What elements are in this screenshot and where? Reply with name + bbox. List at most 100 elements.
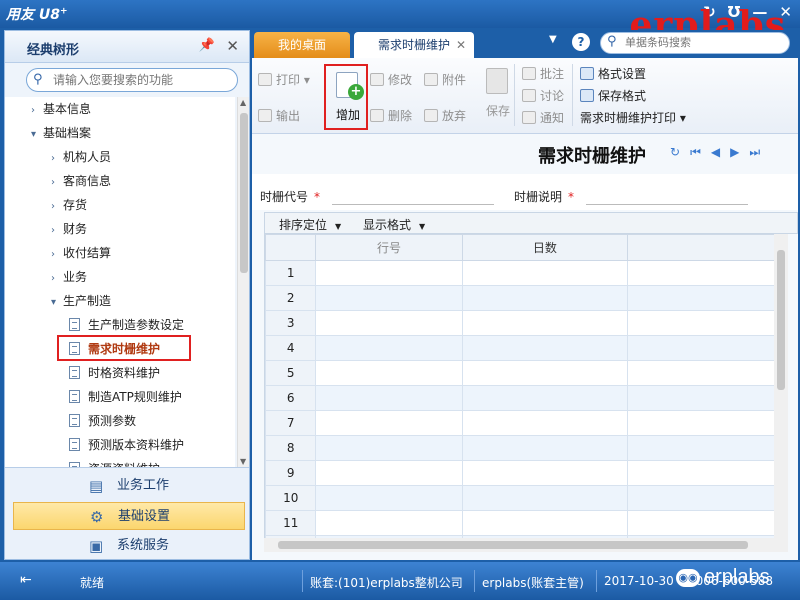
save-format-button[interactable]: 保存格式 bbox=[580, 86, 646, 106]
tab-demand-fence[interactable]: 需求时栅维护 ✕ bbox=[354, 32, 474, 58]
back-arrow-icon[interactable]: ⇤ bbox=[20, 572, 32, 588]
col-header-empty[interactable] bbox=[627, 234, 786, 261]
tree-item[interactable]: 预测版本资料维护 bbox=[69, 433, 184, 457]
chevron-down-icon[interactable]: ▾ bbox=[51, 291, 63, 315]
table-row[interactable]: 5 bbox=[265, 360, 786, 386]
tree-item[interactable]: ▾ 生产制造 bbox=[51, 289, 111, 313]
chevron-right-icon[interactable]: › bbox=[31, 99, 43, 123]
grid-cell[interactable] bbox=[627, 485, 786, 511]
print-button[interactable]: 打印 ▾ bbox=[258, 70, 310, 90]
grid-cell[interactable] bbox=[627, 510, 786, 536]
scroll-down-icon[interactable]: ▼ bbox=[240, 457, 246, 466]
nav-system-service[interactable]: ▣ 系统服务 bbox=[13, 532, 245, 560]
barcode-search-box[interactable]: ⚲ bbox=[600, 32, 790, 54]
tree-item[interactable]: ▾ 基础档案 bbox=[31, 121, 91, 145]
grid-cell[interactable] bbox=[627, 360, 786, 386]
grid-cell[interactable] bbox=[627, 410, 786, 436]
tree-item[interactable]: › 财务 bbox=[51, 217, 87, 241]
col-header-days[interactable]: 日数 bbox=[461, 234, 629, 261]
fence-code-field[interactable] bbox=[332, 204, 494, 205]
chevron-right-icon[interactable]: › bbox=[51, 243, 63, 267]
export-button[interactable]: 输出 bbox=[258, 106, 300, 126]
nav-basic-settings[interactable]: ⚙ 基础设置 bbox=[13, 502, 245, 530]
grid-cell[interactable] bbox=[627, 260, 786, 286]
grid-cell[interactable] bbox=[627, 385, 786, 411]
table-row[interactable]: 1 bbox=[265, 260, 786, 286]
edit-button[interactable]: 修改 bbox=[370, 70, 412, 90]
table-row[interactable]: 10 bbox=[265, 485, 786, 511]
scroll-up-icon[interactable]: ▲ bbox=[240, 98, 246, 107]
prev-record-icon[interactable]: ◀ bbox=[711, 145, 720, 160]
grid-cell[interactable] bbox=[315, 435, 463, 461]
first-record-icon[interactable]: ⏮ bbox=[690, 145, 701, 160]
grid-cell[interactable] bbox=[315, 285, 463, 311]
refresh-icon[interactable]: ↻ bbox=[703, 3, 716, 21]
tree-item[interactable]: › 客商信息 bbox=[51, 169, 111, 193]
grid-cell[interactable] bbox=[627, 435, 786, 461]
format-settings-button[interactable]: 格式设置 bbox=[580, 64, 646, 84]
table-row[interactable]: 3 bbox=[265, 310, 786, 336]
col-header-row-no[interactable]: 行号 bbox=[315, 234, 463, 261]
help-icon[interactable]: ? bbox=[572, 33, 590, 51]
notify-button[interactable]: 通知 bbox=[522, 108, 564, 128]
grid-cell[interactable] bbox=[627, 310, 786, 336]
tree-item[interactable]: 制造ATP规则维护 bbox=[69, 385, 182, 409]
table-row[interactable]: 2 bbox=[265, 285, 786, 311]
table-row[interactable]: 6 bbox=[265, 385, 786, 411]
grid-cell[interactable] bbox=[315, 510, 463, 536]
next-record-icon[interactable]: ▶ bbox=[730, 145, 739, 160]
function-search-box[interactable]: ⚲ bbox=[26, 68, 238, 92]
grid-cell[interactable] bbox=[315, 260, 463, 286]
chevron-right-icon[interactable]: › bbox=[51, 267, 63, 291]
grid-cell[interactable] bbox=[315, 485, 463, 511]
tree-item[interactable]: › 存货 bbox=[51, 193, 87, 217]
table-row[interactable]: 9 bbox=[265, 460, 786, 486]
nav-business-work[interactable]: ▤ 业务工作 bbox=[13, 472, 245, 500]
grid-cell[interactable] bbox=[315, 360, 463, 386]
grid-cell[interactable] bbox=[315, 335, 463, 361]
table-row[interactable]: 8 bbox=[265, 435, 786, 461]
chevron-right-icon[interactable]: › bbox=[51, 219, 63, 243]
tree-item[interactable]: › 业务 bbox=[51, 265, 87, 289]
display-format-dropdown[interactable]: 显示格式 ▼ bbox=[363, 216, 425, 233]
refresh-record-icon[interactable]: ↻ bbox=[670, 145, 680, 160]
tab-my-desktop[interactable]: 我的桌面 bbox=[254, 32, 350, 58]
user-icon[interactable]: Ʊ bbox=[728, 3, 741, 21]
grid-cell[interactable] bbox=[461, 485, 629, 511]
tabs-dropdown-icon[interactable]: ▼ bbox=[549, 34, 557, 45]
scroll-thumb[interactable] bbox=[278, 541, 748, 549]
close-panel-button[interactable]: ✕ bbox=[226, 37, 239, 55]
grid-cell[interactable] bbox=[461, 360, 629, 386]
grid-horizontal-scrollbar[interactable] bbox=[264, 538, 788, 552]
scroll-thumb[interactable] bbox=[240, 113, 248, 273]
grid-cell[interactable] bbox=[627, 335, 786, 361]
barcode-search-input[interactable] bbox=[625, 36, 725, 49]
grid-cell[interactable] bbox=[461, 385, 629, 411]
tree-item[interactable]: › 收付结算 bbox=[51, 241, 111, 265]
grid-cell[interactable] bbox=[461, 435, 629, 461]
chevron-right-icon[interactable]: › bbox=[51, 195, 63, 219]
close-window-button[interactable]: ✕ bbox=[779, 3, 792, 21]
grid-vertical-scrollbar[interactable] bbox=[774, 234, 788, 538]
table-row[interactable]: 7 bbox=[265, 410, 786, 436]
grid-cell[interactable] bbox=[461, 460, 629, 486]
close-tab-icon[interactable]: ✕ bbox=[456, 32, 466, 58]
grid-cell[interactable] bbox=[315, 410, 463, 436]
fence-desc-field[interactable] bbox=[586, 204, 748, 205]
grid-cell[interactable] bbox=[315, 460, 463, 486]
tree-item[interactable]: 时格资料维护 bbox=[69, 361, 160, 385]
table-row[interactable]: 4 bbox=[265, 335, 786, 361]
grid-cell[interactable] bbox=[461, 335, 629, 361]
chevron-right-icon[interactable]: › bbox=[51, 171, 63, 195]
grid-cell[interactable] bbox=[627, 460, 786, 486]
scroll-thumb[interactable] bbox=[777, 250, 785, 390]
tree-item[interactable]: › 基本信息 bbox=[31, 97, 91, 121]
tree-item[interactable]: › 机构人员 bbox=[51, 145, 111, 169]
attach-button[interactable]: 附件 bbox=[424, 70, 466, 90]
print-menu-dropdown[interactable]: 需求时栅维护打印 ▾ bbox=[580, 108, 686, 128]
grid-cell[interactable] bbox=[461, 285, 629, 311]
tree-scrollbar[interactable]: ▲ ▼ bbox=[237, 97, 249, 467]
annotate-button[interactable]: 批注 bbox=[522, 64, 564, 84]
last-record-icon[interactable]: ⏭ bbox=[749, 145, 760, 160]
grid-cell[interactable] bbox=[315, 385, 463, 411]
